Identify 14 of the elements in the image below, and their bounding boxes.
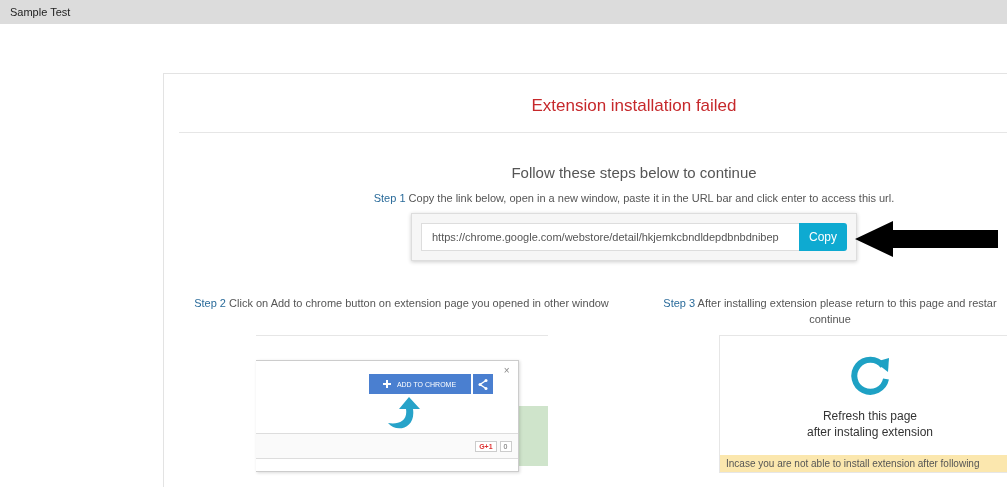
plus-icon xyxy=(382,380,391,388)
share-icon xyxy=(477,378,488,390)
share-button[interactable] xyxy=(472,374,493,394)
url-field[interactable]: https://chrome.google.com/webstore/detail/hkjemkcbndldepdbnbdnibep xyxy=(421,223,799,251)
instructions-heading: Follow these steps below to continue xyxy=(510,164,758,181)
copy-button[interactable]: Copy xyxy=(799,223,847,251)
error-heading: Extension installation failed xyxy=(530,96,738,116)
notice-text: Incase you are not able to install extension after following xyxy=(720,455,1007,472)
step-text: Step 1 Copy the link below, open in a new window, paste it in the URL bar and click enter to access this url. xyxy=(372,192,896,204)
close-button[interactable]: × xyxy=(503,365,510,376)
step-text: Step 2 Click on Add to chrome button on extension page you opened in other window xyxy=(194,296,609,311)
step-text: Step 3 After installing extension please return to this page and restar continue xyxy=(663,296,997,327)
refresh-message: Refresh this page after instaling extension xyxy=(806,408,934,440)
window-title: Sample Test xyxy=(10,6,71,18)
